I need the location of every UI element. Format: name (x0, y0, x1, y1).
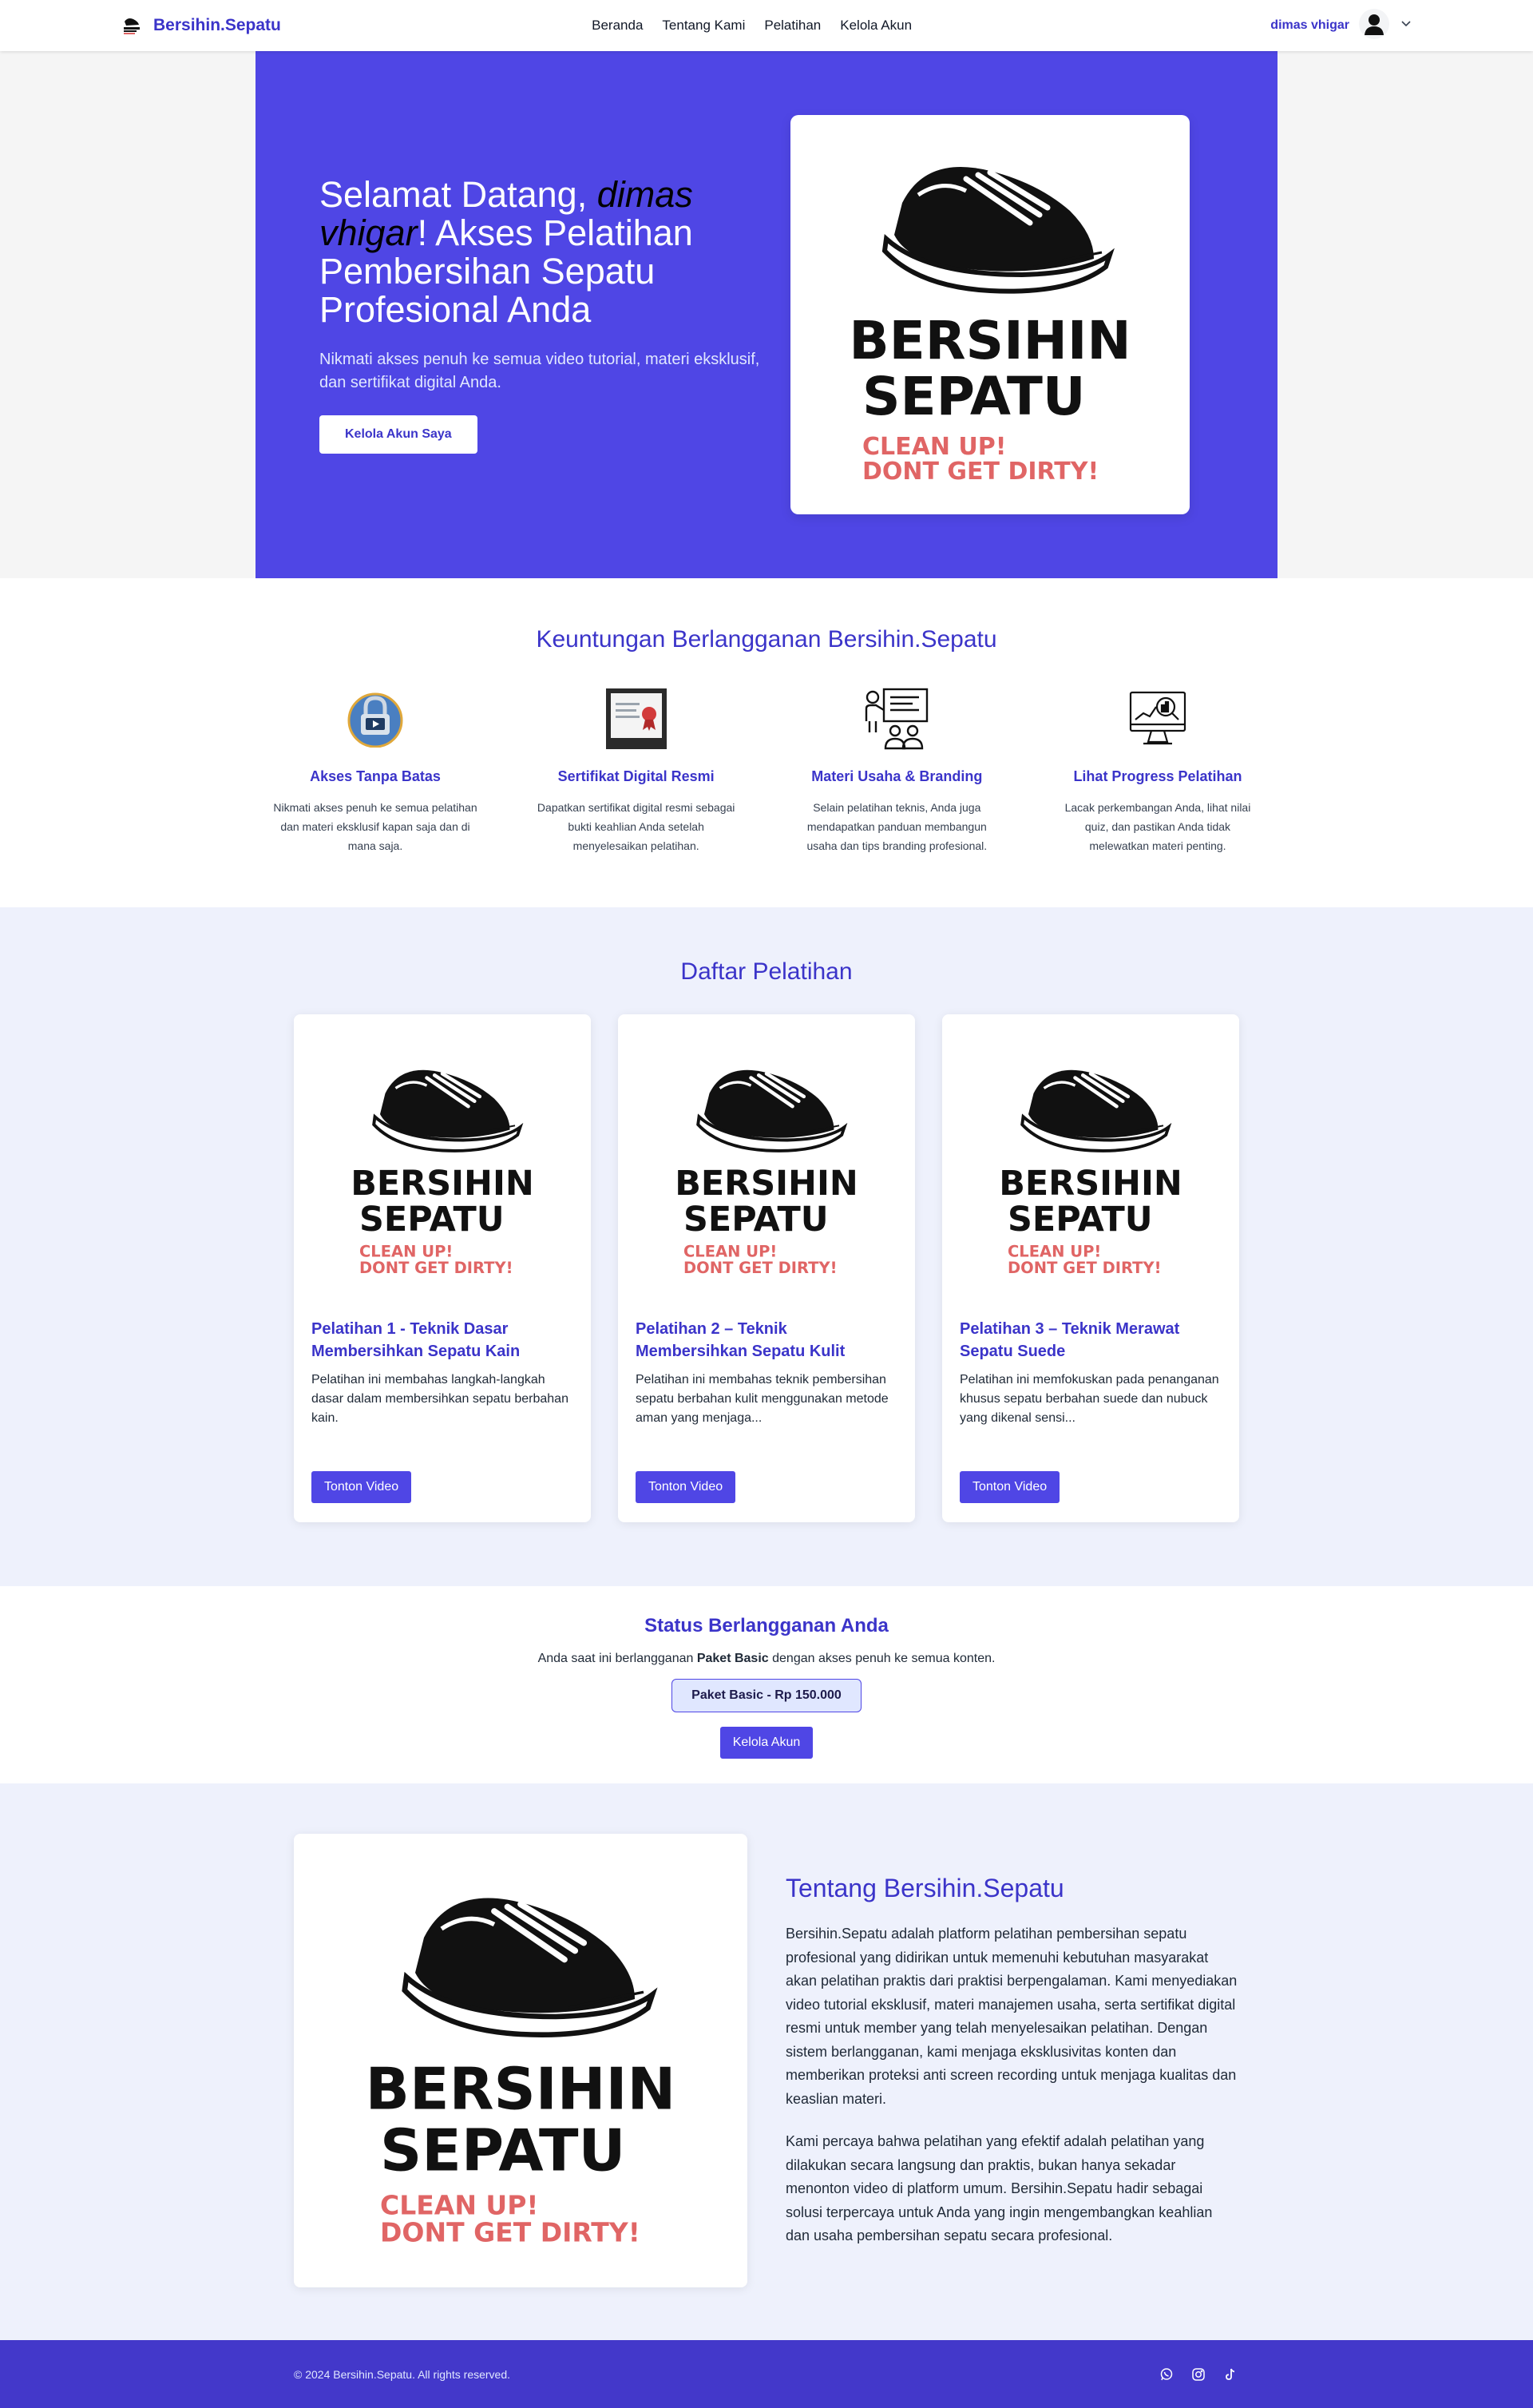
footer: © 2024 Bersihin.Sepatu. All rights reser… (0, 2340, 1533, 2408)
svg-text:DONT GET DIRTY!: DONT GET DIRTY! (359, 1259, 513, 1277)
course-card: BERSIHIN SEPATU CLEAN UP! DONT GET DIRTY! P… (294, 1014, 591, 1522)
brand-logo-image: BERSIHINSEPATU CLEAN UP!DONT GET DIRTY! (849, 167, 1131, 482)
benefit-title: Materi Usaha & Branding (811, 768, 983, 784)
tiktok-icon[interactable] (1222, 2366, 1239, 2383)
about-paragraph: Bersihin.Sepatu adalah platform pelatiha… (786, 1926, 1238, 2107)
course-desc: Pelatihan ini membahas teknik pembersiha… (636, 1373, 889, 1425)
benefit-item: Lihat Progress Pelatihan Lacak perkemban… (1054, 685, 1262, 855)
chevron-down-icon[interactable] (1399, 17, 1413, 35)
course-thumbnail: BERSIHIN SEPATU CLEAN UP! DONT GET DIRTY! (294, 1014, 591, 1318)
benefits-section: Keuntungan Berlangganan Bersihin.Sepatu … (0, 578, 1533, 907)
hero-section: Selamat Datang, dimas vhigar! Akses Pela… (0, 51, 1533, 578)
about-text: Tentang Bersihin.Sepatu Bersihin.Sepatu … (786, 1834, 1239, 2287)
benefit-title: Lihat Progress Pelatihan (1073, 768, 1242, 784)
hero-banner: Selamat Datang, dimas vhigar! Akses Pela… (256, 51, 1278, 578)
course-desc: Pelatihan ini memfokuskan pada penangana… (960, 1373, 1219, 1425)
hero-logo-card: BERSIHIN SEPATU CLEAN UP! DONT GET DIRTY! (790, 115, 1190, 514)
benefit-title: Akses Tanpa Batas (310, 768, 441, 784)
brand-logo-image: BERSIHINSEPATUCLEAN UP!DONT GET DIRTY! (675, 1069, 858, 1277)
benefit-item: Akses Tanpa Batas Nikmati akses penuh ke… (271, 685, 479, 855)
copyright-text: © 2024 Bersihin.Sepatu. All rights reser… (294, 2367, 511, 2381)
nav-link-beranda[interactable]: Beranda (592, 18, 643, 34)
user-name: dimas vhigar (1270, 18, 1349, 32)
svg-text:DONT GET DIRTY!: DONT GET DIRTY! (380, 2217, 640, 2248)
svg-text:SEPATU: SEPATU (862, 366, 1086, 427)
svg-text:DONT GET DIRTY!: DONT GET DIRTY! (1008, 1259, 1162, 1277)
plan-badge: Paket Basic - Rp 150.000 (671, 1679, 862, 1712)
benefit-desc: Nikmati akses penuh ke semua pelatihan d… (273, 801, 477, 852)
watch-video-button[interactable]: Tonton Video (636, 1471, 736, 1503)
brand[interactable]: Bersihin.Sepatu (120, 14, 281, 38)
presentation-icon (793, 685, 1000, 752)
svg-text:BERSIHIN: BERSIHIN (366, 2057, 676, 2124)
course-thumbnail: BERSIHIN SEPATU CLEAN UP! DONT GET DIRTY! (618, 1014, 915, 1318)
benefit-item: Sertifikat Digital Resmi Dapatkan sertif… (533, 685, 740, 855)
svg-text:BERSIHIN: BERSIHIN (999, 1164, 1182, 1204)
subscription-status-section: Status Berlangganan Anda Anda saat ini b… (0, 1586, 1533, 1783)
benefit-item: Materi Usaha & Branding Selain pelatihan… (793, 685, 1000, 855)
status-text: Anda saat ini berlangganan Paket Basic d… (0, 1652, 1533, 1666)
watch-video-button[interactable]: Tonton Video (960, 1471, 1060, 1503)
benefit-desc: Selain pelatihan teknis, Anda juga menda… (806, 801, 988, 852)
svg-text:SEPATU: SEPATU (359, 1200, 505, 1240)
course-card: BERSIHIN SEPATU CLEAN UP! DONT GET DIRTY! P… (618, 1014, 915, 1522)
svg-text:SEPATU: SEPATU (683, 1200, 829, 1240)
svg-text:BERSIHIN: BERSIHIN (675, 1164, 858, 1204)
course-card: BERSIHIN SEPATU CLEAN UP! DONT GET DIRTY! P… (942, 1014, 1239, 1522)
benefits-title: Keuntungan Berlangganan Bersihin.Sepatu (536, 626, 997, 653)
course-title[interactable]: Pelatihan 3 – Teknik Merawat Sepatu Sued… (960, 1318, 1222, 1363)
brand-logo-image: BERSIHINSEPATUCLEAN UP!DONT GET DIRTY! (999, 1069, 1182, 1277)
brand-logo-icon (120, 14, 144, 38)
main-nav: Beranda Tentang Kami Pelatihan Kelola Ak… (592, 18, 912, 34)
benefits-grid: Akses Tanpa Batas Nikmati akses penuh ke… (271, 685, 1262, 855)
manage-account-button[interactable]: Kelola Akun Saya (319, 415, 477, 454)
hero-title-greeting: Selamat Datang, (319, 174, 597, 215)
watch-video-button[interactable]: Tonton Video (311, 1471, 412, 1503)
course-grid: BERSIHIN SEPATU CLEAN UP! DONT GET DIRTY! P… (294, 1014, 1239, 1522)
nav-link-tentang-kami[interactable]: Tentang Kami (662, 18, 745, 34)
courses-title: Daftar Pelatihan (680, 958, 853, 985)
about-title: Tentang Bersihin.Sepatu (786, 1874, 1064, 1902)
brand-name: Bersihin.Sepatu (153, 16, 281, 34)
hero-title: Selamat Datang, dimas vhigar! Akses Pela… (319, 176, 766, 329)
course-title[interactable]: Pelatihan 2 – Teknik Membersihkan Sepatu… (636, 1318, 897, 1363)
svg-text:SEPATU: SEPATU (380, 2118, 625, 2185)
svg-text:CLEAN UP!: CLEAN UP! (862, 433, 1006, 461)
certificate-icon (533, 685, 740, 752)
about-section: BERSIHIN SEPATU CLEAN UP! DONT GET DIRTY! T… (0, 1783, 1533, 2340)
user-menu[interactable]: dimas vhigar (1270, 8, 1413, 43)
social-links (1158, 2366, 1239, 2383)
svg-text:SEPATU: SEPATU (1008, 1200, 1153, 1240)
hero-text: Selamat Datang, dimas vhigar! Akses Pela… (319, 176, 766, 454)
status-text-pre: Anda saat ini berlangganan (537, 1652, 697, 1665)
about-paragraph: Kami percaya bahwa pelatihan yang efekti… (786, 2133, 1213, 2243)
brand-logo-image: BERSIHINSEPATUCLEAN UP!DONT GET DIRTY! (351, 1069, 534, 1277)
brand-logo-image: BERSIHINSEPATUCLEAN UP!DONT GET DIRTY! (366, 1898, 676, 2248)
courses-section: Daftar Pelatihan BERSIHIN SEPATU CLEAN UP!… (0, 907, 1533, 1586)
svg-text:BERSIHIN: BERSIHIN (351, 1164, 534, 1204)
course-desc: Pelatihan ini membahas langkah-langkah d… (311, 1373, 568, 1425)
benefit-title: Sertifikat Digital Resmi (557, 768, 715, 784)
svg-text:DONT GET DIRTY!: DONT GET DIRTY! (683, 1259, 838, 1277)
progress-monitor-icon (1054, 685, 1262, 752)
svg-text:BERSIHIN: BERSIHIN (849, 310, 1131, 371)
about-logo-card: BERSIHIN SEPATU CLEAN UP! DONT GET DIRTY! (294, 1834, 747, 2287)
status-title: Status Berlangganan Anda (644, 1615, 889, 1636)
course-thumbnail: BERSIHIN SEPATU CLEAN UP! DONT GET DIRTY! (942, 1014, 1239, 1318)
nav-link-pelatihan[interactable]: Pelatihan (764, 18, 821, 34)
svg-text:DONT GET DIRTY!: DONT GET DIRTY! (862, 458, 1099, 482)
locked-video-icon (271, 685, 479, 752)
nav-link-kelola-akun[interactable]: Kelola Akun (840, 18, 912, 34)
user-avatar-icon[interactable] (1359, 8, 1389, 43)
hero-subtitle: Nikmati akses penuh ke semua video tutor… (319, 351, 760, 391)
course-title[interactable]: Pelatihan 1 - Teknik Dasar Membersihkan … (311, 1318, 573, 1363)
whatsapp-icon[interactable] (1158, 2366, 1175, 2383)
top-navbar: Bersihin.Sepatu Beranda Tentang Kami Pel… (0, 0, 1533, 51)
benefit-desc: Dapatkan sertifikat digital resmi sebaga… (537, 801, 735, 852)
benefit-desc: Lacak perkembangan Anda, lihat nilai qui… (1064, 801, 1251, 852)
status-plan-name: Paket Basic (696, 1652, 769, 1665)
manage-account-button-secondary[interactable]: Kelola Akun (719, 1727, 814, 1759)
status-text-post: dengan akses penuh ke semua konten. (768, 1652, 996, 1665)
instagram-icon[interactable] (1190, 2366, 1207, 2383)
